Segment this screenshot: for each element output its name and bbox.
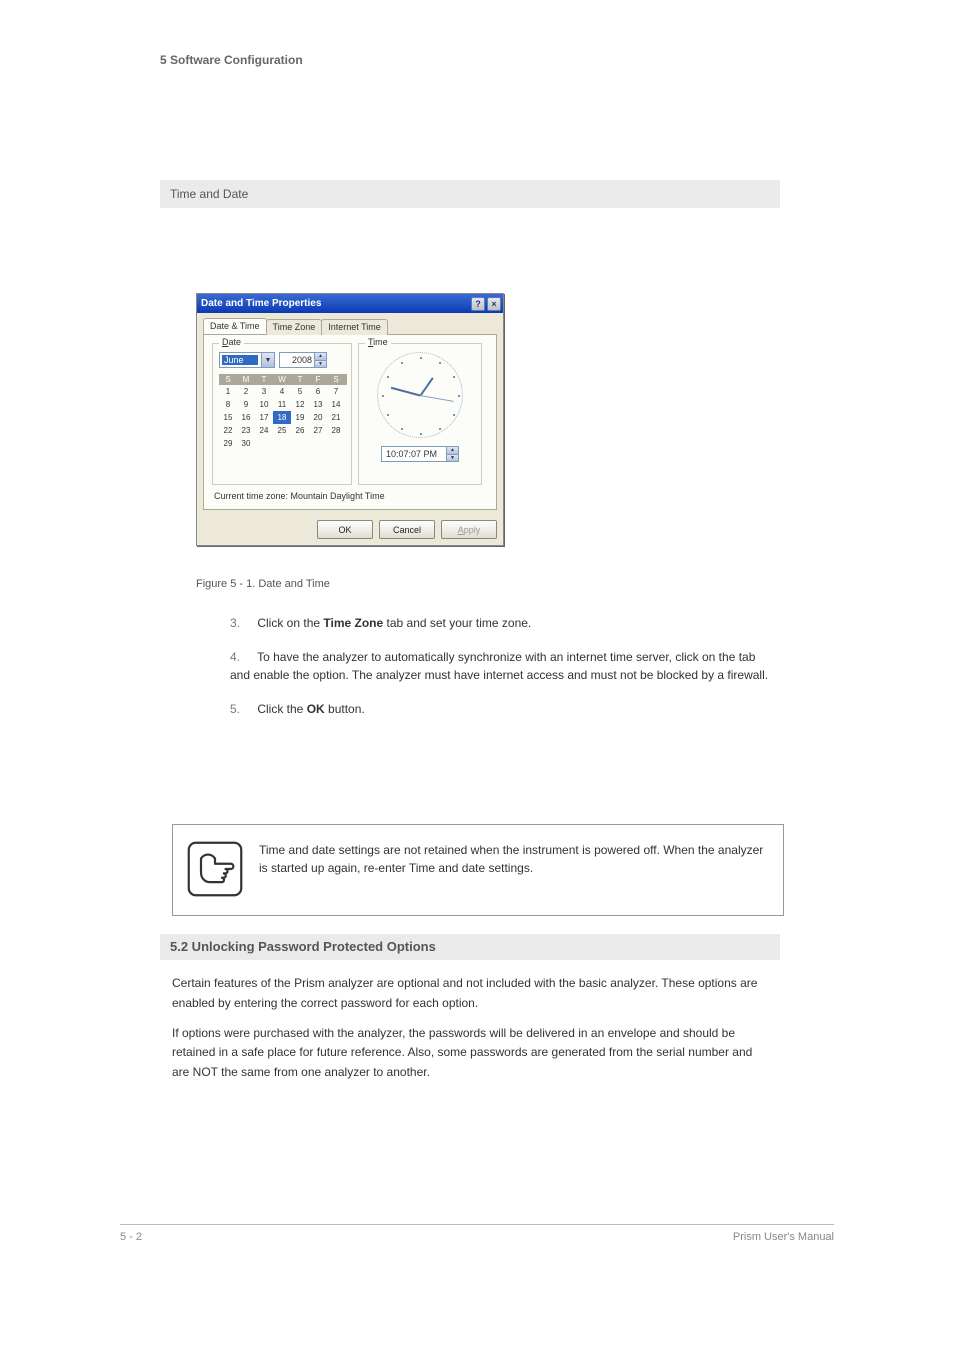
calendar-weekday-header: SMTWTFS [219,374,347,385]
close-button[interactable]: × [487,297,501,311]
weekday-cell: S [327,374,345,385]
calendar-day-cell[interactable]: 10 [255,398,273,411]
current-time-zone-label: Current time zone: Mountain Daylight Tim… [212,491,488,501]
calendar-day-cell[interactable]: 26 [291,424,309,437]
time-value: 10:07:07 PM [384,449,449,459]
calendar-day-cell[interactable]: 4 [273,385,291,398]
weekday-cell: T [291,374,309,385]
step-number: 5. [230,700,254,718]
calendar-day-cell[interactable]: 6 [309,385,327,398]
page-header: 5 Software Configuration [160,52,854,67]
calendar-day-cell[interactable]: 16 [237,411,255,424]
spinner-down-icon[interactable]: ▼ [447,454,458,462]
note-text: Time and date settings are not retained … [259,841,769,897]
calendar-day-cell[interactable]: 8 [219,398,237,411]
calendar-day-cell[interactable]: 7 [327,385,345,398]
step-5: 5. Click the OK button. [230,700,774,718]
ok-button[interactable]: OK [317,520,373,539]
calendar-day-cell[interactable]: 25 [273,424,291,437]
section-banner-time-date: Time and Date [160,180,780,208]
page-number: 5 - 2 [120,1231,142,1243]
calendar-day-cell[interactable]: 23 [237,424,255,437]
year-value: 2008 [282,355,312,365]
calendar-day-cell[interactable]: 19 [291,411,309,424]
header-chapter-title: 5 Software Configuration [160,53,303,67]
date-legend: Date [219,337,244,347]
month-value: June [222,355,258,365]
year-spinner[interactable]: 2008 ▲ ▼ [279,352,327,368]
minute-hand [391,387,420,396]
step-3: 3. Click on the Time Zone tab and set yo… [230,614,774,632]
apply-button[interactable]: Apply [441,520,497,539]
tab-time-zone[interactable]: Time Zone [266,319,323,335]
section-body: Certain features of the Prism analyzer a… [172,974,772,1093]
calendar-day-cell[interactable]: 20 [309,411,327,424]
date-group: Date June ▼ 2008 ▲ ▼ [212,343,352,485]
section-paragraph: If options were purchased with the analy… [172,1024,772,1083]
spinner-down-icon[interactable]: ▼ [315,360,326,368]
weekday-cell: F [309,374,327,385]
second-hand [420,395,454,402]
time-spinner[interactable]: 10:07:07 PM ▲ ▼ [381,446,459,462]
manual-title: Prism User's Manual [733,1231,834,1243]
calendar-day-cell[interactable]: 5 [291,385,309,398]
weekday-cell: M [237,374,255,385]
cancel-button[interactable]: Cancel [379,520,435,539]
weekday-cell: T [255,374,273,385]
figure-caption: Figure 5 - 1. Date and Time [196,578,330,590]
calendar-day-cell[interactable]: 1 [219,385,237,398]
calendar-day-cell[interactable]: 14 [327,398,345,411]
instruction-steps: 3. Click on the Time Zone tab and set yo… [230,614,774,734]
section-heading-5-2: 5.2 Unlocking Password Protected Options [160,934,780,960]
calendar-day-cell[interactable]: 22 [219,424,237,437]
tab-strip: Date & Time Time Zone Internet Time [197,313,503,334]
calendar-day-cell[interactable]: 29 [219,437,237,450]
page-footer: 5 - 2 Prism User's Manual [120,1224,834,1243]
calendar-day-cell[interactable]: 3 [255,385,273,398]
calendar-day-cell[interactable]: 9 [237,398,255,411]
analog-clock [377,352,463,438]
window-title: Date and Time Properties [201,298,469,309]
time-group: Time 10:07:07 PM ▲ ▼ [358,343,482,485]
weekday-cell: W [273,374,291,385]
calendar-day-cell[interactable]: 13 [309,398,327,411]
weekday-cell: S [219,374,237,385]
help-button[interactable]: ? [471,297,485,311]
calendar-grid[interactable]: 1234567891011121314151617181920212223242… [219,385,347,450]
step-number: 3. [230,614,254,632]
time-legend: Time [365,337,391,347]
calendar-day-cell[interactable]: 30 [237,437,255,450]
tab-date-time[interactable]: Date & Time [203,318,267,334]
calendar-day-cell[interactable]: 12 [291,398,309,411]
date-time-dialog-screenshot: Date and Time Properties ? × Date & Time… [196,293,504,546]
step-4: 4. To have the analyzer to automatically… [230,648,774,684]
chevron-down-icon: ▼ [261,353,274,367]
section-paragraph: Certain features of the Prism analyzer a… [172,974,772,1014]
calendar-day-cell[interactable]: 27 [309,424,327,437]
note-box: Time and date settings are not retained … [172,824,784,916]
dialog-button-row: OK Cancel Apply [197,516,503,545]
calendar-day-cell[interactable]: 2 [237,385,255,398]
calendar-day-cell[interactable]: 24 [255,424,273,437]
tab-internet-time[interactable]: Internet Time [321,319,388,335]
hour-hand [419,377,433,396]
calendar-day-cell[interactable]: 28 [327,424,345,437]
calendar-day-cell[interactable]: 18 [273,411,291,424]
calendar: SMTWTFS 12345678910111213141516171819202… [219,374,347,450]
date-time-properties-window: Date and Time Properties ? × Date & Time… [196,293,504,546]
month-dropdown[interactable]: June ▼ [219,352,275,368]
calendar-day-cell[interactable]: 21 [327,411,345,424]
calendar-day-cell[interactable]: 15 [219,411,237,424]
titlebar: Date and Time Properties ? × [197,294,503,313]
pointing-hand-icon [187,841,243,897]
calendar-day-cell[interactable]: 11 [273,398,291,411]
calendar-day-cell[interactable]: 17 [255,411,273,424]
step-number: 4. [230,648,254,666]
tab-panel: Date June ▼ 2008 ▲ ▼ [203,334,497,510]
